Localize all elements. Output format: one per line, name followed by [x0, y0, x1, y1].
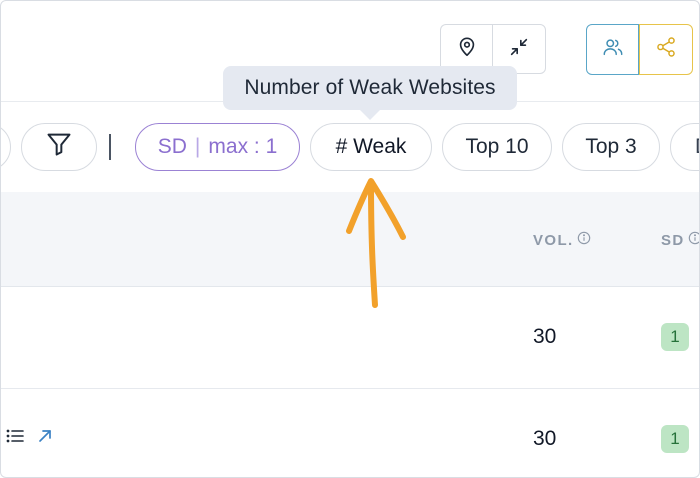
vol-header-label: VOL. [533, 231, 574, 249]
sd-badge: 1 [661, 323, 689, 351]
sd-badge: 1 [661, 425, 689, 453]
vol-cell: 30 [533, 325, 557, 348]
column-header-sd[interactable]: SD [661, 231, 699, 249]
app-frame: Number of Weak Websites SD | max : 1 # W… [0, 0, 700, 478]
external-link-icon[interactable] [38, 429, 52, 448]
top3-filter-chip[interactable]: Top 3 [562, 123, 660, 171]
sd-chip-value: max : 1 [208, 135, 278, 158]
sd-chip-label: SD [157, 135, 187, 158]
tooltip-caret [360, 110, 380, 120]
filter-divider [109, 134, 111, 160]
filter-chip-partial[interactable] [1, 123, 11, 171]
funnel-icon [45, 130, 73, 164]
table-row[interactable] [1, 389, 699, 477]
info-icon[interactable] [577, 231, 591, 249]
row-actions [6, 428, 52, 449]
filter-button[interactable] [21, 123, 97, 171]
users-icon [602, 36, 624, 63]
sd-header-label: SD [661, 231, 685, 249]
users-button[interactable] [586, 24, 639, 75]
annotation-arrow [346, 178, 406, 308]
vol-cell: 30 [533, 427, 557, 450]
list-icon[interactable] [6, 428, 24, 449]
filter-chip-partial-right[interactable]: D [670, 123, 699, 171]
collapse-arrows-icon [508, 36, 530, 63]
top10-filter-chip[interactable]: Top 10 [442, 123, 552, 171]
column-header-vol[interactable]: VOL. [533, 231, 591, 249]
sd-filter-chip[interactable]: SD | max : 1 [135, 123, 300, 171]
weak-tooltip: Number of Weak Websites [223, 66, 517, 110]
share-icon [655, 36, 677, 63]
map-pin-icon [456, 36, 478, 63]
share-button[interactable] [639, 24, 693, 75]
info-icon[interactable] [688, 231, 699, 249]
sd-chip-separator: | [194, 135, 201, 158]
weak-filter-chip[interactable]: # Weak [310, 123, 432, 171]
